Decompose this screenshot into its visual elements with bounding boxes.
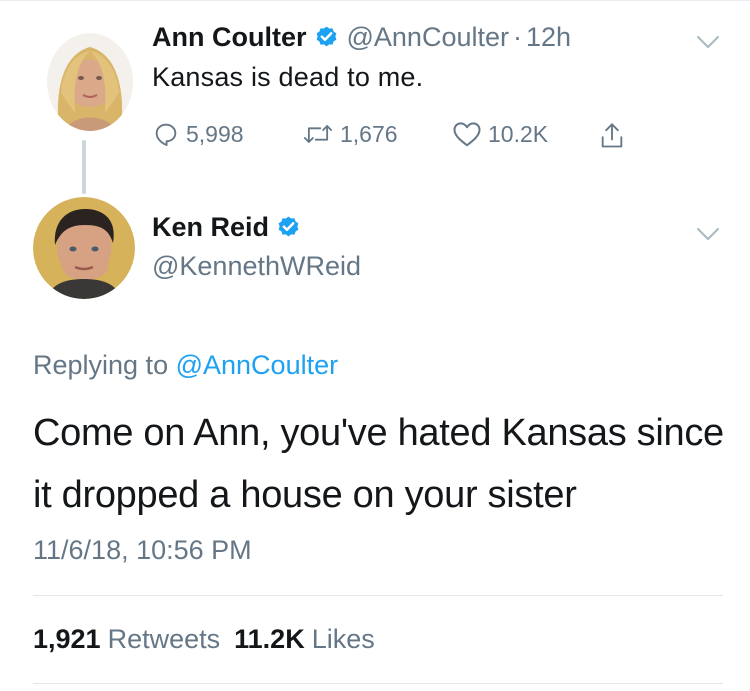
author-name[interactable]: Ann Coulter bbox=[152, 22, 307, 53]
retweet-button[interactable]: 1,676 bbox=[302, 120, 398, 148]
like-button[interactable]: 10.2K bbox=[452, 120, 548, 148]
share-button[interactable] bbox=[598, 120, 626, 152]
replying-to-prefix: Replying to bbox=[33, 350, 169, 380]
replying-to-mention[interactable]: @AnnCoulter bbox=[176, 350, 339, 380]
retweet-count: 1,676 bbox=[340, 120, 398, 147]
tweet-stats: 1,921 Retweets 11.2K Likes bbox=[33, 624, 375, 655]
reply-button[interactable]: 5,998 bbox=[152, 120, 244, 148]
reply-tweet-text: Come on Ann, you've hated Kansas since i… bbox=[33, 412, 724, 516]
reply-count: 5,998 bbox=[186, 120, 244, 147]
retweets-label[interactable]: Retweets bbox=[108, 624, 221, 655]
chevron-down-icon[interactable] bbox=[696, 227, 720, 241]
reply-author-name[interactable]: Ken Reid bbox=[152, 212, 269, 243]
reply-timestamp[interactable]: 11/6/18, 10:56 PM bbox=[33, 535, 252, 566]
ann-coulter-avatar[interactable] bbox=[47, 33, 133, 131]
share-icon bbox=[601, 123, 623, 148]
like-icon bbox=[453, 122, 481, 147]
parent-tweet-text: Kansas is dead to me. bbox=[152, 62, 424, 92]
stats-top-divider bbox=[33, 595, 723, 596]
parent-tweet-header: Ann Coulter @AnnCoulter · 12h bbox=[152, 22, 571, 53]
retweet-icon bbox=[303, 125, 333, 143]
thread-connector-line bbox=[82, 140, 86, 194]
ken-reid-avatar[interactable] bbox=[33, 197, 135, 299]
reply-icon bbox=[155, 123, 177, 147]
reply-author-row: Ken Reid bbox=[152, 212, 301, 243]
top-divider bbox=[0, 0, 750, 1]
tweet-time[interactable]: 12h bbox=[526, 22, 571, 53]
author-handle[interactable]: @AnnCoulter bbox=[347, 22, 510, 53]
like-total[interactable]: 11.2K bbox=[234, 624, 305, 655]
verified-badge-icon bbox=[278, 216, 299, 237]
chevron-down-icon[interactable] bbox=[696, 35, 720, 49]
separator-dot: · bbox=[513, 22, 522, 52]
verified-badge-icon bbox=[316, 26, 336, 47]
retweet-total[interactable]: 1,921 bbox=[33, 624, 101, 655]
reply-author-handle[interactable]: @KennethWReid bbox=[152, 251, 361, 282]
replying-to-line: Replying to @AnnCoulter bbox=[33, 350, 338, 381]
like-count: 10.2K bbox=[488, 120, 549, 147]
likes-label[interactable]: Likes bbox=[312, 624, 375, 655]
stats-bottom-divider bbox=[33, 683, 723, 684]
